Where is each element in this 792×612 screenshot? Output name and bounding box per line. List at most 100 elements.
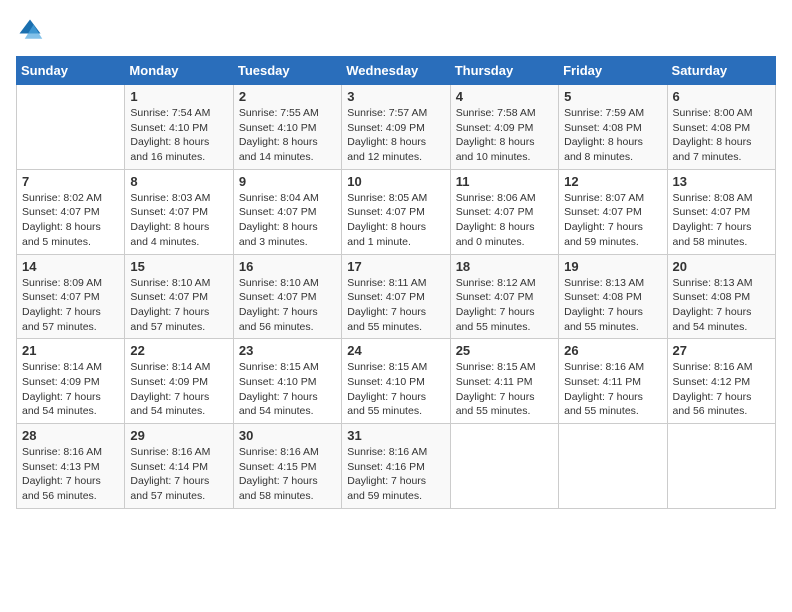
day-number: 24 xyxy=(347,343,444,358)
sunrise-time: Sunrise: 7:58 AM xyxy=(456,107,536,119)
day-info: Sunrise: 8:16 AM Sunset: 4:16 PM Dayligh… xyxy=(347,445,444,504)
calendar-cell: 8 Sunrise: 8:03 AM Sunset: 4:07 PM Dayli… xyxy=(125,169,233,254)
sunrise-time: Sunrise: 8:16 AM xyxy=(673,361,753,373)
calendar-week-row: 7 Sunrise: 8:02 AM Sunset: 4:07 PM Dayli… xyxy=(17,169,776,254)
day-number: 26 xyxy=(564,343,661,358)
calendar-cell: 18 Sunrise: 8:12 AM Sunset: 4:07 PM Dayl… xyxy=(450,254,558,339)
day-number: 8 xyxy=(130,174,227,189)
day-number: 23 xyxy=(239,343,336,358)
sunset-time: Sunset: 4:11 PM xyxy=(564,376,641,388)
calendar-cell: 30 Sunrise: 8:16 AM Sunset: 4:15 PM Dayl… xyxy=(233,424,341,509)
calendar-cell: 3 Sunrise: 7:57 AM Sunset: 4:09 PM Dayli… xyxy=(342,85,450,170)
daylight-hours: Daylight: 7 hours and 55 minutes. xyxy=(564,306,643,333)
calendar-cell: 19 Sunrise: 8:13 AM Sunset: 4:08 PM Dayl… xyxy=(559,254,667,339)
sunrise-time: Sunrise: 8:16 AM xyxy=(239,446,319,458)
day-number: 20 xyxy=(673,259,770,274)
daylight-hours: Daylight: 7 hours and 54 minutes. xyxy=(22,391,101,418)
column-header-sunday: Sunday xyxy=(17,57,125,85)
day-info: Sunrise: 8:06 AM Sunset: 4:07 PM Dayligh… xyxy=(456,191,553,250)
sunset-time: Sunset: 4:16 PM xyxy=(347,461,425,473)
day-info: Sunrise: 8:12 AM Sunset: 4:07 PM Dayligh… xyxy=(456,276,553,335)
day-number: 11 xyxy=(456,174,553,189)
day-info: Sunrise: 8:13 AM Sunset: 4:08 PM Dayligh… xyxy=(673,276,770,335)
calendar-cell: 21 Sunrise: 8:14 AM Sunset: 4:09 PM Dayl… xyxy=(17,339,125,424)
column-header-thursday: Thursday xyxy=(450,57,558,85)
day-number: 25 xyxy=(456,343,553,358)
column-header-saturday: Saturday xyxy=(667,57,775,85)
column-header-monday: Monday xyxy=(125,57,233,85)
sunrise-time: Sunrise: 8:15 AM xyxy=(347,361,427,373)
day-number: 28 xyxy=(22,428,119,443)
day-number: 10 xyxy=(347,174,444,189)
day-info: Sunrise: 8:15 AM Sunset: 4:10 PM Dayligh… xyxy=(239,360,336,419)
sunrise-time: Sunrise: 8:15 AM xyxy=(456,361,536,373)
day-number: 17 xyxy=(347,259,444,274)
calendar-cell: 16 Sunrise: 8:10 AM Sunset: 4:07 PM Dayl… xyxy=(233,254,341,339)
sunset-time: Sunset: 4:07 PM xyxy=(347,291,425,303)
daylight-hours: Daylight: 8 hours and 14 minutes. xyxy=(239,136,318,163)
sunset-time: Sunset: 4:10 PM xyxy=(347,376,425,388)
sunrise-time: Sunrise: 8:13 AM xyxy=(564,277,644,289)
sunset-time: Sunset: 4:07 PM xyxy=(564,206,642,218)
sunset-time: Sunset: 4:10 PM xyxy=(239,122,317,134)
calendar-cell: 26 Sunrise: 8:16 AM Sunset: 4:11 PM Dayl… xyxy=(559,339,667,424)
day-info: Sunrise: 8:03 AM Sunset: 4:07 PM Dayligh… xyxy=(130,191,227,250)
daylight-hours: Daylight: 7 hours and 56 minutes. xyxy=(673,391,752,418)
sunrise-time: Sunrise: 8:13 AM xyxy=(673,277,753,289)
sunrise-time: Sunrise: 8:16 AM xyxy=(564,361,644,373)
day-info: Sunrise: 7:55 AM Sunset: 4:10 PM Dayligh… xyxy=(239,106,336,165)
column-header-wednesday: Wednesday xyxy=(342,57,450,85)
day-info: Sunrise: 8:10 AM Sunset: 4:07 PM Dayligh… xyxy=(239,276,336,335)
sunrise-time: Sunrise: 8:05 AM xyxy=(347,192,427,204)
day-number: 16 xyxy=(239,259,336,274)
day-info: Sunrise: 8:16 AM Sunset: 4:11 PM Dayligh… xyxy=(564,360,661,419)
day-info: Sunrise: 8:11 AM Sunset: 4:07 PM Dayligh… xyxy=(347,276,444,335)
day-info: Sunrise: 8:14 AM Sunset: 4:09 PM Dayligh… xyxy=(22,360,119,419)
page-header xyxy=(16,16,776,44)
sunrise-time: Sunrise: 8:10 AM xyxy=(130,277,210,289)
calendar-cell: 25 Sunrise: 8:15 AM Sunset: 4:11 PM Dayl… xyxy=(450,339,558,424)
daylight-hours: Daylight: 8 hours and 8 minutes. xyxy=(564,136,643,163)
calendar-cell: 23 Sunrise: 8:15 AM Sunset: 4:10 PM Dayl… xyxy=(233,339,341,424)
day-number: 31 xyxy=(347,428,444,443)
sunrise-time: Sunrise: 8:07 AM xyxy=(564,192,644,204)
day-number: 30 xyxy=(239,428,336,443)
sunrise-time: Sunrise: 8:16 AM xyxy=(22,446,102,458)
sunset-time: Sunset: 4:14 PM xyxy=(130,461,208,473)
sunrise-time: Sunrise: 8:00 AM xyxy=(673,107,753,119)
sunset-time: Sunset: 4:13 PM xyxy=(22,461,100,473)
calendar-cell: 22 Sunrise: 8:14 AM Sunset: 4:09 PM Dayl… xyxy=(125,339,233,424)
sunrise-time: Sunrise: 8:14 AM xyxy=(130,361,210,373)
day-number: 13 xyxy=(673,174,770,189)
calendar-cell: 28 Sunrise: 8:16 AM Sunset: 4:13 PM Dayl… xyxy=(17,424,125,509)
daylight-hours: Daylight: 8 hours and 7 minutes. xyxy=(673,136,752,163)
sunrise-time: Sunrise: 7:57 AM xyxy=(347,107,427,119)
calendar-cell: 9 Sunrise: 8:04 AM Sunset: 4:07 PM Dayli… xyxy=(233,169,341,254)
day-number: 1 xyxy=(130,89,227,104)
day-info: Sunrise: 8:04 AM Sunset: 4:07 PM Dayligh… xyxy=(239,191,336,250)
calendar-cell: 13 Sunrise: 8:08 AM Sunset: 4:07 PM Dayl… xyxy=(667,169,775,254)
day-number: 22 xyxy=(130,343,227,358)
daylight-hours: Daylight: 7 hours and 58 minutes. xyxy=(673,221,752,248)
sunset-time: Sunset: 4:07 PM xyxy=(130,206,208,218)
sunset-time: Sunset: 4:08 PM xyxy=(564,122,642,134)
calendar-cell: 10 Sunrise: 8:05 AM Sunset: 4:07 PM Dayl… xyxy=(342,169,450,254)
sunrise-time: Sunrise: 8:14 AM xyxy=(22,361,102,373)
column-header-friday: Friday xyxy=(559,57,667,85)
calendar-cell: 24 Sunrise: 8:15 AM Sunset: 4:10 PM Dayl… xyxy=(342,339,450,424)
day-info: Sunrise: 8:14 AM Sunset: 4:09 PM Dayligh… xyxy=(130,360,227,419)
day-info: Sunrise: 8:00 AM Sunset: 4:08 PM Dayligh… xyxy=(673,106,770,165)
sunrise-time: Sunrise: 8:08 AM xyxy=(673,192,753,204)
daylight-hours: Daylight: 7 hours and 57 minutes. xyxy=(22,306,101,333)
daylight-hours: Daylight: 8 hours and 12 minutes. xyxy=(347,136,426,163)
day-number: 4 xyxy=(456,89,553,104)
sunset-time: Sunset: 4:07 PM xyxy=(347,206,425,218)
sunrise-time: Sunrise: 7:54 AM xyxy=(130,107,210,119)
calendar-cell: 2 Sunrise: 7:55 AM Sunset: 4:10 PM Dayli… xyxy=(233,85,341,170)
day-number: 18 xyxy=(456,259,553,274)
day-info: Sunrise: 8:09 AM Sunset: 4:07 PM Dayligh… xyxy=(22,276,119,335)
calendar-cell: 1 Sunrise: 7:54 AM Sunset: 4:10 PM Dayli… xyxy=(125,85,233,170)
day-info: Sunrise: 7:54 AM Sunset: 4:10 PM Dayligh… xyxy=(130,106,227,165)
calendar-week-row: 14 Sunrise: 8:09 AM Sunset: 4:07 PM Dayl… xyxy=(17,254,776,339)
day-number: 6 xyxy=(673,89,770,104)
